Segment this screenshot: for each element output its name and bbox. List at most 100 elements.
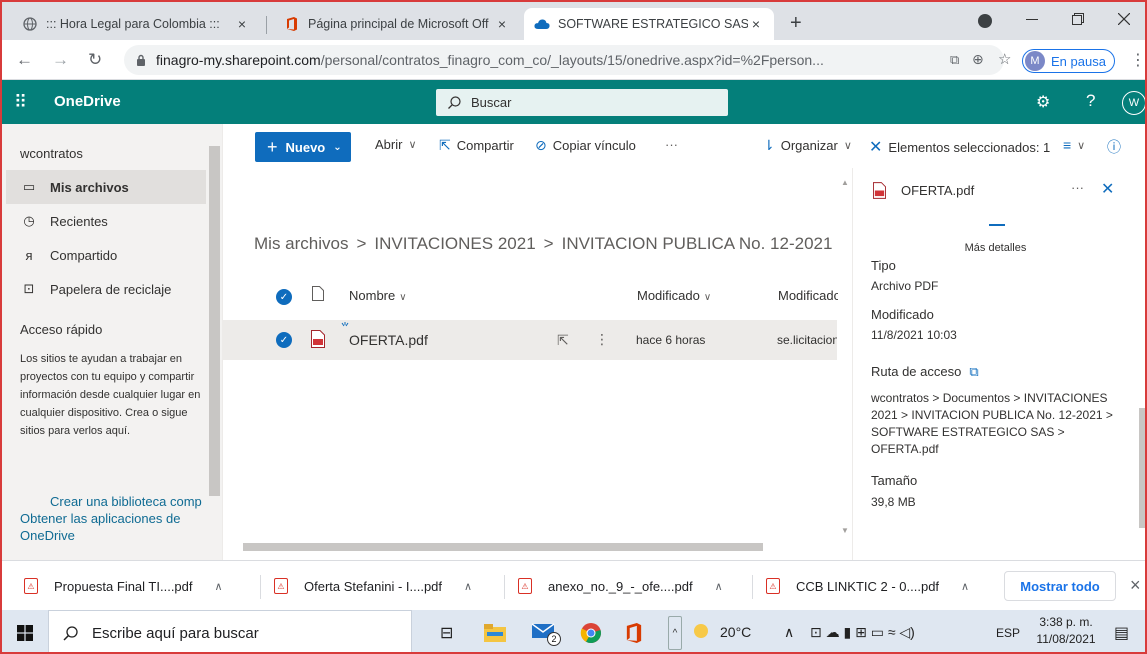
share-button[interactable]: ⇱ Compartir [439, 137, 514, 154]
user-avatar[interactable]: W [1122, 91, 1145, 115]
close-details-icon[interactable]: ✕ [1101, 179, 1114, 199]
tab-hora-legal[interactable]: ::: Hora Legal para Colombia ::: × [12, 8, 260, 40]
info-pane-button[interactable]: ⓘ [1107, 137, 1127, 157]
sort-label: Organizar [780, 138, 838, 153]
main-horizontal-scrollbar[interactable] [223, 540, 838, 554]
app-launcher-icon[interactable]: ⠿ [14, 92, 27, 113]
taskbar-clock[interactable]: 3:38 p. m. 11/08/2021 [1030, 614, 1102, 648]
url-field[interactable]: finagro-my.sharepoint.com/personal/contr… [124, 45, 1004, 75]
office-app-icon[interactable] [624, 621, 644, 645]
tab-software-estrategico[interactable]: SOFTWARE ESTRATEGICO SAS - C × [524, 8, 774, 40]
close-window-icon[interactable] [1102, 2, 1145, 36]
table-row[interactable]: ✓ OFERTA.pdf ⇱ ⋮ hace 6 horas se.licitac… [223, 320, 837, 360]
breadcrumb-item[interactable]: INVITACIONES 2021 [374, 234, 535, 253]
notifications-icon[interactable]: ▤ [1114, 623, 1129, 643]
help-icon[interactable]: ? [1086, 91, 1095, 111]
chevron-up-icon[interactable]: ∧ [715, 580, 723, 593]
reload-icon[interactable]: ↻ [88, 50, 102, 70]
column-header-modified-by[interactable]: Modificado [778, 288, 838, 303]
taskbar-search-box[interactable]: Escribe aquí para buscar [48, 610, 412, 652]
chevron-up-icon[interactable]: ∧ [215, 580, 223, 593]
nav-item-mis-archivos[interactable]: ▭ Mis archivos [6, 170, 206, 204]
scroll-down-arrow-icon[interactable]: ▼ [841, 526, 849, 535]
bookmark-star-icon[interactable]: ☆ [998, 50, 1011, 68]
taskbar-overflow-chevron-icon[interactable]: ^ [668, 616, 682, 650]
more-commands-button[interactable]: ··· [665, 137, 678, 152]
select-all-checkbox[interactable]: ✓ [276, 289, 292, 305]
people-icon: ᴙ [25, 247, 33, 263]
scroll-thumb[interactable] [243, 543, 763, 551]
profile-button[interactable]: M En pausa [1022, 49, 1115, 73]
breadcrumb-item[interactable]: Mis archivos [254, 234, 348, 253]
chrome-icon[interactable] [580, 622, 602, 644]
column-header-modified[interactable]: Modificado ∨ [637, 288, 711, 303]
nav-item-papelera[interactable]: ⊡ Papelera de reciclaje [6, 272, 206, 306]
scroll-thumb[interactable] [209, 146, 220, 496]
minimize-icon[interactable] [1010, 2, 1054, 36]
left-navigation: wcontratos ▭ Mis archivos ◷ Recientes ᴙ … [2, 124, 222, 560]
nav-item-recientes[interactable]: ◷ Recientes [6, 204, 206, 238]
windows-start-icon[interactable] [17, 625, 33, 641]
download-item[interactable]: ⚠ Oferta Stefanini - I....pdf ∧ [274, 561, 472, 611]
app-title[interactable]: OneDrive [54, 93, 121, 110]
tray-expand-icon[interactable]: ∧ [784, 624, 794, 641]
copy-link-button[interactable]: ⊘ Copiar vínculo [535, 137, 636, 154]
sort-button[interactable]: ⇂ Organizar ∨ [763, 137, 852, 154]
zoom-icon[interactable]: ⊕ [972, 51, 984, 68]
copy-path-icon[interactable]: ⧉ [969, 364, 978, 379]
language-indicator[interactable]: ESP [996, 626, 1020, 640]
scroll-up-arrow-icon[interactable]: ▲ [841, 178, 849, 187]
main-vertical-scrollbar[interactable]: ▲ ▼ [838, 168, 851, 538]
download-item[interactable]: ⚠ anexo_no._9_-_ofe....pdf ∧ [518, 561, 723, 611]
open-button[interactable]: Abrir ∨ [375, 137, 417, 152]
selected-items-button[interactable]: ✕ Elementos seleccionados: 1 [869, 137, 1050, 157]
file-name[interactable]: OFERTA.pdf [349, 332, 428, 348]
more-actions-icon[interactable]: ⋮ [595, 331, 609, 348]
tab-search-icon[interactable] [978, 14, 992, 28]
mail-icon[interactable]: 2 [532, 622, 561, 646]
download-item[interactable]: ⚠ Propuesta Final TI....pdf ∧ [24, 561, 223, 611]
row-checkbox[interactable]: ✓ [276, 332, 292, 348]
tray-icons[interactable]: ⊡ ☁ ▮ ⊞ ▭ ≈ ◁) [810, 624, 915, 641]
create-library-link[interactable]: Crear una biblioteca comp [50, 494, 202, 509]
back-arrow-icon[interactable]: ← [16, 50, 33, 70]
close-download-bar-icon[interactable]: × [1130, 575, 1141, 596]
chevron-up-icon[interactable]: ∧ [464, 580, 472, 593]
column-header-name[interactable]: Nombre ∨ [349, 288, 407, 303]
browser-menu-icon[interactable]: ⋮ [1130, 50, 1145, 70]
weather-icon[interactable] [694, 624, 708, 638]
download-item[interactable]: ⚠ CCB LINKTIC 2 - 0....pdf ∧ [766, 561, 969, 611]
get-apps-link[interactable]: Obtener las aplicaciones de OneDrive [20, 508, 200, 544]
file-explorer-icon[interactable] [484, 624, 506, 642]
trash-icon: ⊡ [23, 281, 35, 296]
path-label-text: Ruta de acceso [871, 364, 962, 379]
search-box[interactable]: Buscar [436, 89, 728, 116]
new-button[interactable]: + Nuevo ⌄ [255, 132, 351, 162]
new-tab-button[interactable]: + [790, 12, 802, 35]
tab-microsoft-office[interactable]: Página principal de Microsoft Off × [274, 8, 520, 40]
details-expand-icon[interactable] [989, 224, 1005, 226]
show-all-downloads-button[interactable]: Mostrar todo [1004, 571, 1116, 601]
task-view-icon[interactable]: ⊟ [440, 623, 453, 643]
share-icon[interactable]: ⇱ [557, 332, 569, 349]
install-app-icon[interactable]: ⧉ [950, 52, 959, 68]
tab-close-icon[interactable]: × [494, 16, 510, 32]
view-options-button[interactable]: ≡ ∨ [1063, 137, 1085, 153]
chevron-up-icon[interactable]: ∧ [961, 580, 969, 593]
settings-gear-icon[interactable]: ⚙ [1036, 92, 1050, 112]
left-nav-scrollbar[interactable] [207, 124, 222, 560]
tab-close-icon[interactable]: × [748, 16, 764, 32]
forward-arrow-icon[interactable]: → [52, 50, 69, 70]
nav-item-compartido[interactable]: ᴙ Compartido [6, 238, 206, 272]
more-details-link[interactable]: Más detalles [853, 242, 1138, 254]
temperature[interactable]: 20°C [720, 624, 751, 640]
details-more-icon[interactable]: ··· [1071, 180, 1084, 195]
tab-close-icon[interactable]: × [234, 16, 250, 32]
profile-status: En pausa [1051, 53, 1106, 69]
details-scrollbar[interactable] [1137, 168, 1145, 560]
restore-icon[interactable] [1056, 2, 1100, 36]
breadcrumb-item[interactable]: INVITACION PUBLICA No. 12-2021 [562, 234, 833, 253]
scroll-thumb[interactable] [1139, 408, 1145, 528]
share-label: Compartir [456, 138, 514, 153]
